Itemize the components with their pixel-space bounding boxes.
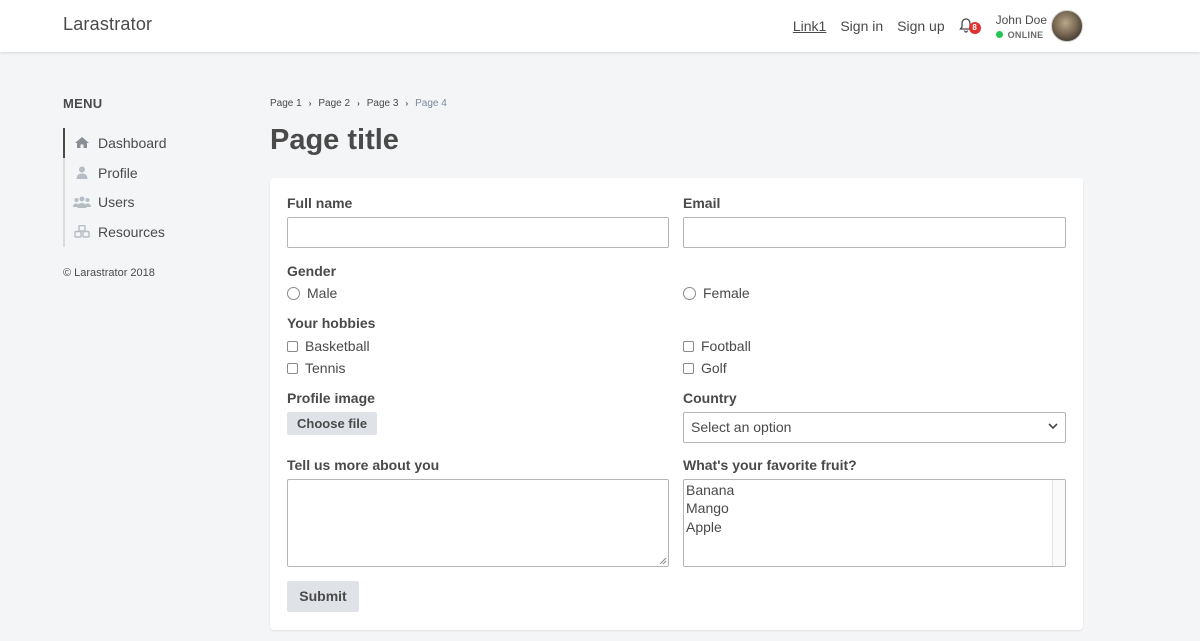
about-label: Tell us more about you [287,457,440,473]
page-title: Page title [270,124,399,156]
users-icon [73,195,91,209]
about-textarea[interactable] [287,479,669,567]
hobby-basketball[interactable]: Basketball [287,338,370,354]
fruit-label: What's your favorite fruit? [683,457,857,473]
hobby-football[interactable]: Football [683,338,751,354]
full-name-input[interactable] [287,217,669,248]
sidebar-item-resources[interactable]: Resources [65,217,213,247]
chevron-right-icon: › [405,99,409,108]
cubes-icon [73,225,91,239]
chevron-down-icon [1048,423,1058,430]
nav-link-sign-in[interactable]: Sign in [840,18,883,34]
basketball-checkbox[interactable] [287,340,298,352]
choose-file-button[interactable]: Choose file [287,412,378,435]
football-checkbox[interactable] [683,340,694,352]
email-input[interactable] [683,217,1066,248]
football-label: Football [701,338,751,354]
avatar[interactable] [1051,10,1083,42]
full-name-label: Full name [287,195,353,211]
golf-checkbox[interactable] [683,362,694,374]
notifications-button[interactable]: 8 [958,15,981,37]
home-icon [73,136,91,150]
breadcrumb-item[interactable]: Page 2 [318,98,350,109]
female-label: Female [703,285,750,301]
online-status-dot [995,31,1003,38]
sidebar-item-label: Resources [98,223,165,240]
form-card: Full name Email Gender Male Female Your … [270,178,1083,630]
sidebar-item-label: Profile [98,164,138,181]
sidebar-item-profile[interactable]: Profile [65,158,213,188]
top-navbar: Larastrator Link1 Sign in Sign up 8 John… [0,0,1200,52]
copyright-text: © Larastrator 2018 [63,267,155,279]
country-select-value: Select an option [691,419,792,435]
user-status: ONLINE [995,29,1044,40]
breadcrumb-current: Page 4 [415,98,447,109]
country-label: Country [683,390,737,406]
notification-count-badge: 8 [968,22,981,34]
breadcrumb-item[interactable]: Page 1 [270,98,302,109]
male-label: Male [307,285,338,301]
email-label: Email [683,195,721,211]
sidebar-item-label: Users [98,194,135,211]
brand-logo-text[interactable]: Larastrator [63,14,152,35]
user-menu[interactable]: John Doe ONLINE [995,10,1083,42]
gender-option-male[interactable]: Male [287,285,337,301]
gender-label: Gender [287,263,337,279]
submit-button[interactable]: Submit [287,581,359,612]
user-icon [73,166,91,180]
sidebar-menu-title: MENU [63,96,103,111]
sidebar-menu: Dashboard Profile Users Resources [63,128,213,247]
fruit-option-mango[interactable]: Mango [686,499,1065,517]
navbar-right: Link1 Sign in Sign up 8 John Doe ONLINE [793,0,1083,52]
user-name: John Doe [995,12,1047,27]
hobby-tennis[interactable]: Tennis [287,360,345,376]
male-radio[interactable] [287,286,300,300]
sidebar-item-label: Dashboard [98,134,167,151]
fruit-option-apple[interactable]: Apple [686,518,1065,536]
gender-option-female[interactable]: Female [683,285,750,301]
golf-label: Golf [701,360,727,376]
chevron-right-icon: › [308,99,312,108]
basketball-label: Basketball [305,338,370,354]
fruit-option-banana[interactable]: Banana [686,481,1065,499]
tennis-checkbox[interactable] [287,362,298,374]
resize-grip-icon[interactable] [659,557,667,565]
nav-link-sign-up[interactable]: Sign up [897,18,944,34]
user-status-label: ONLINE [1007,29,1044,40]
breadcrumb: Page 1 › Page 2 › Page 3 › Page 4 [270,98,447,109]
sidebar-item-dashboard[interactable]: Dashboard [63,128,213,158]
sidebar-item-users[interactable]: Users [65,187,213,217]
user-info: John Doe ONLINE [995,12,1047,40]
hobbies-label: Your hobbies [287,315,376,331]
profile-image-label: Profile image [287,390,375,406]
country-select[interactable]: Select an option [683,412,1066,443]
fruit-multiselect[interactable]: Banana Mango Apple [683,479,1066,567]
tennis-label: Tennis [305,360,346,376]
breadcrumb-item[interactable]: Page 3 [367,98,399,109]
female-radio[interactable] [683,286,696,300]
nav-link-link1[interactable]: Link1 [793,18,826,34]
chevron-right-icon: › [357,99,360,108]
hobby-golf[interactable]: Golf [683,360,727,376]
scrollbar[interactable] [1052,480,1065,566]
